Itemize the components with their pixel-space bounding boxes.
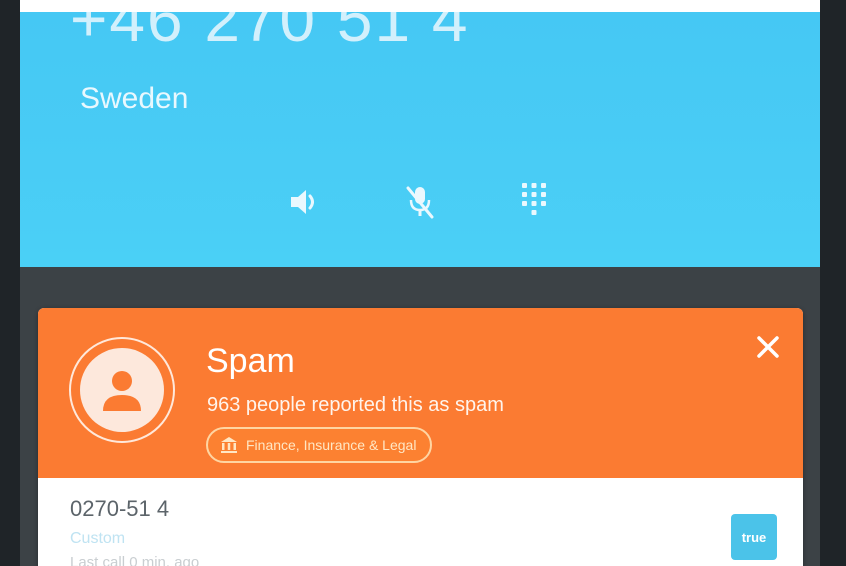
phone-frame: +46 270 51 4 Sweden Spam 963 people repo… [0,0,846,566]
caller-number-type: Custom [70,530,126,547]
speaker-icon [291,190,314,214]
caller-number: 0270-51 4 [70,496,170,521]
mute-button[interactable] [398,180,442,224]
keypad-button[interactable] [512,180,556,224]
speaker-button[interactable] [283,180,327,224]
mute-microphone-icon [406,186,434,219]
top-strip [0,0,846,12]
caller-country: Sweden [80,82,189,115]
spam-category-label: Finance, Insurance & Legal [246,437,417,453]
spam-report-count: 963 people reported this as spam [207,394,504,416]
person-icon [103,371,141,411]
spam-card-header: Spam 963 people reported this as spam Fi… [38,308,803,478]
close-button[interactable] [751,330,785,364]
dialpad-icon [522,183,546,215]
right-bezel [820,0,846,566]
left-bezel [0,0,20,566]
caller-details: 0270-51 4 Custom Last call 0 min. ago tr… [38,478,803,566]
close-icon [757,336,779,358]
incoming-call-panel: +46 270 51 4 Sweden [20,12,820,267]
truecaller-badge[interactable]: true [731,514,777,560]
last-call-time: Last call 0 min. ago [70,554,200,566]
spam-title: Spam [206,342,295,380]
spam-category-tag: Finance, Insurance & Legal [206,427,433,463]
call-controls [20,172,820,232]
avatar [80,348,164,432]
spam-caller-card: Spam 963 people reported this as spam Fi… [38,308,803,566]
phone-screen: +46 270 51 4 Sweden Spam 963 people repo… [20,12,820,566]
bank-icon [221,437,237,453]
caller-phone-number: +46 270 51 4 [70,12,470,55]
